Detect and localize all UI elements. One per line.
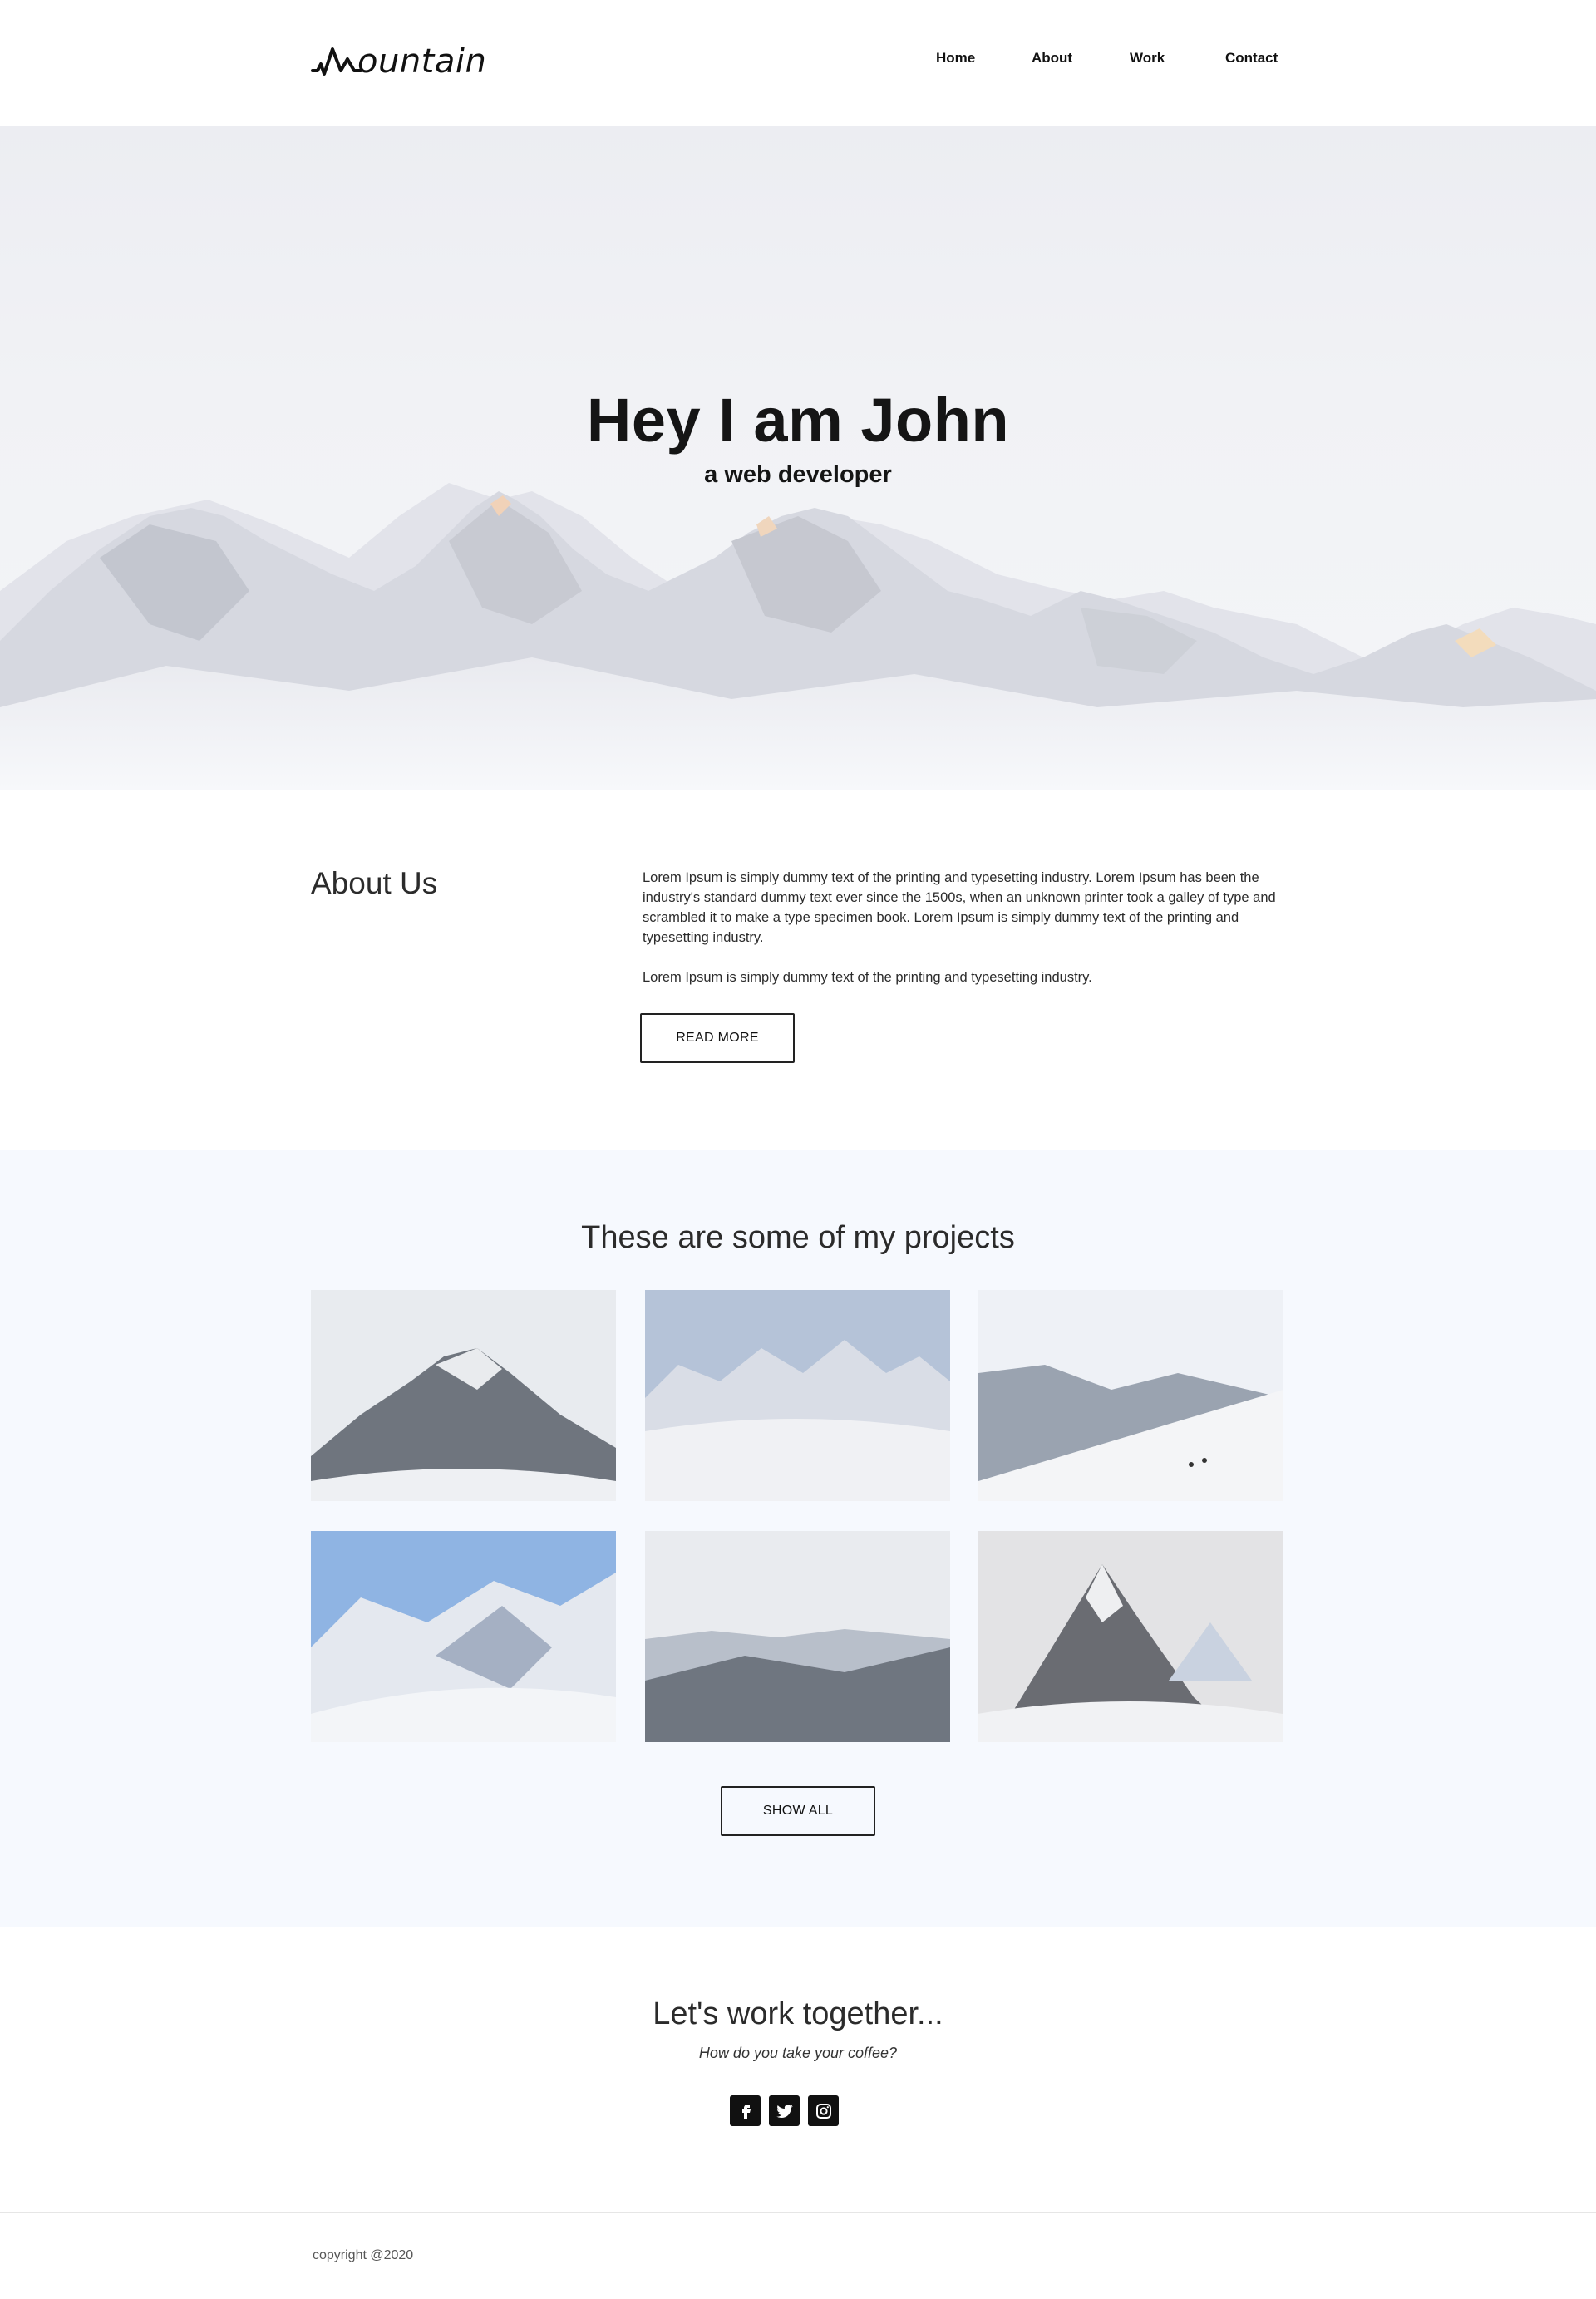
project-image-6[interactable]: [978, 1531, 1283, 1742]
site-footer: copyright @2020: [0, 2212, 1596, 2299]
project-image-5[interactable]: [645, 1531, 950, 1742]
site-header: ountain Home About Work Contact: [0, 0, 1596, 126]
mountain-photo: [645, 1531, 950, 1742]
hero-section: Hey I am John a web developer: [0, 126, 1596, 790]
brand-logo[interactable]: ountain: [311, 40, 486, 83]
twitter-icon[interactable]: [769, 2095, 800, 2126]
hero-title: Hey I am John: [586, 386, 1010, 455]
show-all-button[interactable]: SHOW ALL: [721, 1786, 875, 1836]
mountain-photo: [311, 1290, 616, 1501]
contact-subheading: How do you take your coffee?: [698, 2045, 898, 2061]
nav-contact[interactable]: Contact: [1225, 50, 1278, 66]
contact-heading: Let's work together...: [653, 1996, 943, 2031]
nav-about[interactable]: About: [1032, 50, 1072, 66]
about-heading: About Us: [311, 866, 438, 900]
projects-heading: These are some of my projects: [581, 1220, 1015, 1255]
about-text: Lorem Ipsum is simply dummy text of the …: [643, 868, 1287, 987]
mountain-photo: [311, 1531, 616, 1742]
social-links: [730, 2095, 839, 2126]
about-paragraph-2: Lorem Ipsum is simply dummy text of the …: [643, 970, 1092, 985]
projects-section: These are some of my projects SHOW ALL: [0, 1150, 1596, 1927]
mountain-photo: [978, 1531, 1283, 1742]
project-image-3[interactable]: [978, 1290, 1283, 1501]
hero-subtitle: a web developer: [704, 461, 892, 488]
brand-name: ountain: [357, 42, 487, 81]
project-image-1[interactable]: [311, 1290, 616, 1501]
contact-section: Let's work together... How do you take y…: [0, 1927, 1596, 2212]
nav-work[interactable]: Work: [1130, 50, 1165, 66]
copyright-text: copyright @2020: [313, 2248, 414, 2262]
hero-mountain-image: [0, 483, 1596, 790]
project-image-4[interactable]: [311, 1531, 616, 1742]
about-section: About Us Lorem Ipsum is simply dummy tex…: [0, 790, 1596, 1150]
project-image-2[interactable]: [645, 1290, 950, 1501]
nav-home[interactable]: Home: [936, 50, 975, 66]
read-more-button[interactable]: READ MORE: [640, 1013, 795, 1063]
mountain-photo: [645, 1290, 950, 1501]
facebook-icon[interactable]: [730, 2095, 761, 2126]
mountain-logo-icon: [311, 47, 362, 76]
instagram-icon[interactable]: [808, 2095, 839, 2126]
mountain-photo: [978, 1290, 1283, 1501]
about-paragraph-1: Lorem Ipsum is simply dummy text of the …: [643, 870, 1276, 945]
